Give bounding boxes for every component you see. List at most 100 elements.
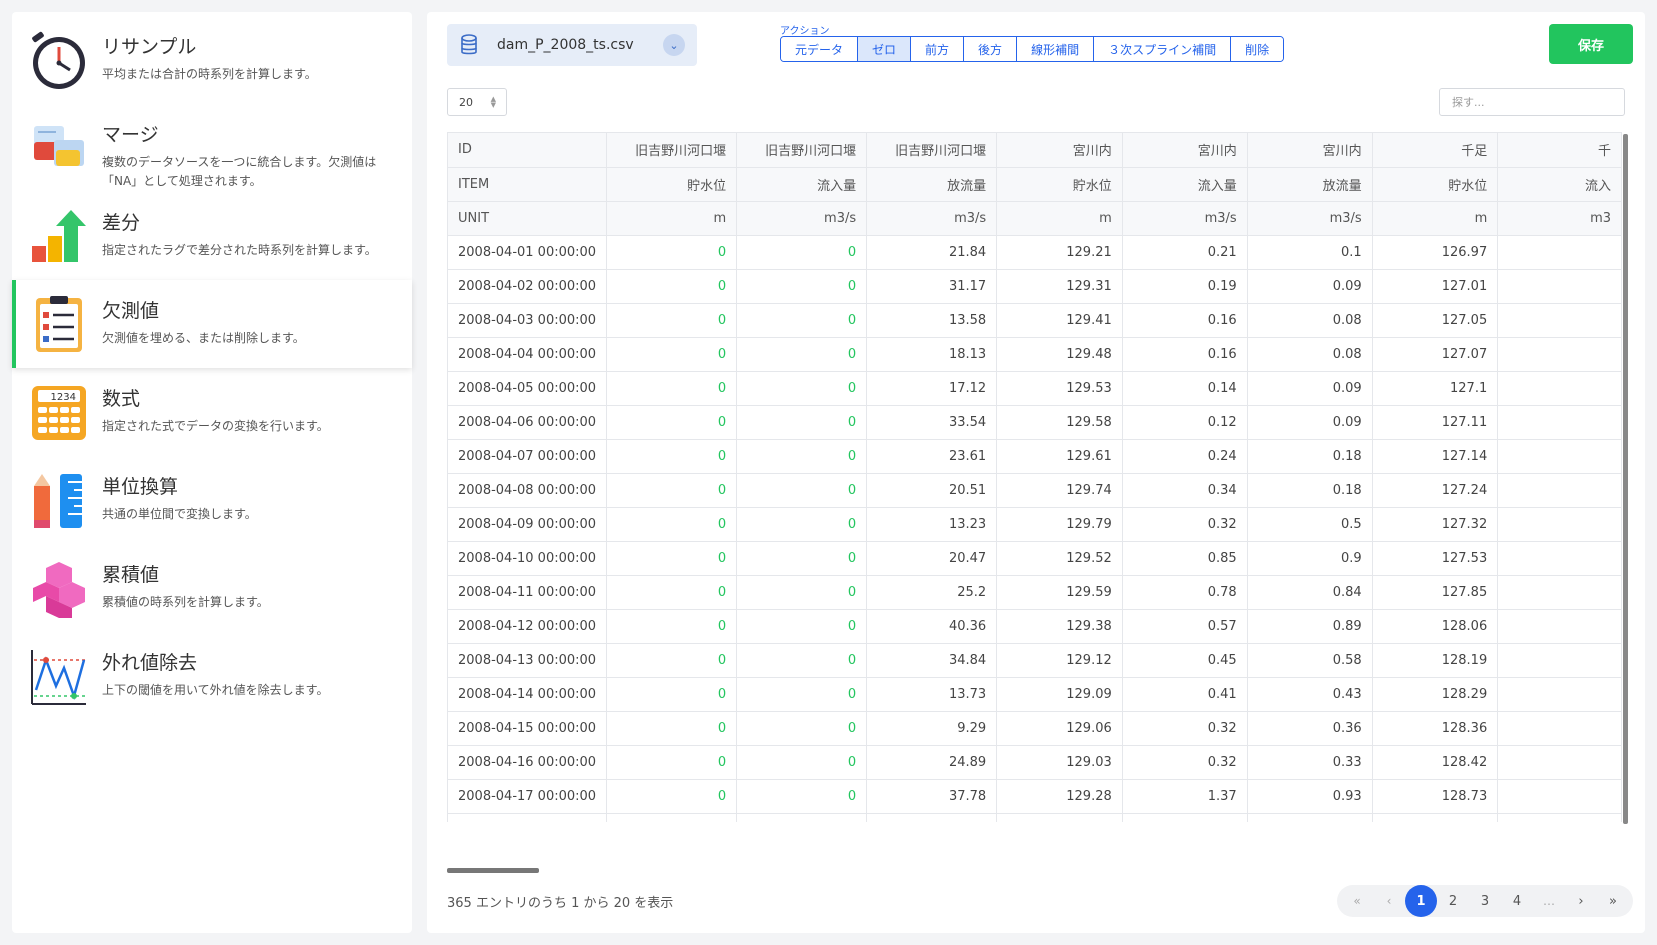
table-cell — [1497, 439, 1622, 474]
table-header-cell: 宮川内 — [1247, 133, 1373, 168]
table-row: 2008-04-10 00:00:00 0 0 20.47 129.52 0.85 0.9 1… — [448, 541, 1622, 576]
spinner-icon[interactable]: ▲ ▼ — [491, 96, 496, 109]
table-cell: 2008-04-05 00:00:00 — [448, 371, 608, 406]
page-1-button[interactable]: 1 — [1405, 885, 1437, 917]
data-table-container: ID 旧吉野川河口堰 旧吉野川河口堰 旧吉野川河口堰 宮川内 宮川内 宮川内 千足千 ITEM 貯… — [447, 132, 1622, 822]
table-cell: 0 — [736, 507, 868, 542]
table-cell — [1497, 235, 1622, 270]
table-cell: 0 — [606, 303, 738, 338]
table-cell: 129.38 — [996, 609, 1123, 644]
table-cell: 127.01 — [1372, 269, 1499, 304]
action-linear-button[interactable]: 線形補間 — [1017, 37, 1095, 61]
table-cell: 2008-04-14 00:00:00 — [448, 677, 608, 712]
sidebar-item-title: 累積値 — [102, 564, 160, 586]
table-header-cell: 千 — [1497, 133, 1622, 168]
action-backward-button[interactable]: 後方 — [964, 37, 1018, 61]
table-row: 2008-04-01 00:00:00 0 0 21.84 129.21 0.21 0.1 1… — [448, 235, 1622, 270]
next-page-button[interactable]: › — [1565, 887, 1597, 915]
first-page-button[interactable]: « — [1341, 887, 1373, 915]
action-zero-button[interactable]: ゼロ — [858, 37, 912, 61]
sidebar-item-title: 差分 — [102, 212, 141, 234]
table-cell — [1497, 541, 1622, 576]
table-cell: 40.36 — [866, 609, 998, 644]
table-cell: 0 — [736, 337, 868, 372]
page-3-button[interactable]: 3 — [1469, 887, 1501, 915]
action-forward-button[interactable]: 前方 — [911, 37, 965, 61]
table-header-cell: 千足 — [1372, 133, 1499, 168]
table-cell: 128.06 — [1372, 609, 1499, 644]
table-header-cell: 宮川内 — [996, 133, 1123, 168]
sidebar-item-title: リサンプル — [102, 36, 197, 58]
table-row: 2008-04-07 00:00:00 0 0 23.61 129.61 0.24 0.18… — [448, 439, 1622, 474]
action-delete-button[interactable]: 削除 — [1231, 37, 1284, 61]
table-cell: 0.57 — [1122, 609, 1248, 644]
table-cell: 0 — [736, 439, 868, 474]
search-input[interactable]: 探す... — [1439, 88, 1625, 116]
table-cell: 33.54 — [866, 405, 998, 440]
action-raw-button[interactable]: 元データ — [781, 37, 859, 61]
last-page-button[interactable]: » — [1597, 887, 1629, 915]
table-cell: 2008-04-02 00:00:00 — [448, 269, 608, 304]
table-header-cell: m3/s — [736, 201, 868, 236]
sidebar-item-diff[interactable]: 差分 指定されたラグで差分された時系列を計算します。 — [12, 192, 412, 280]
sidebar-item-formula[interactable]: 1234 数式 指定された式でデータの変換を行います。 — [12, 368, 412, 456]
sidebar-item-unit[interactable]: 単位換算 共通の単位間で変換します。 — [12, 456, 412, 544]
table-cell: 0 — [606, 269, 738, 304]
table-cell: 129.09 — [996, 677, 1123, 712]
table-cell: 0 — [606, 541, 738, 576]
table-row: 2008-04-18 00:00:000017.65129.521.561.45… — [448, 813, 1622, 822]
horizontal-scrollbar[interactable] — [447, 868, 539, 873]
table-header-cell: 放流量 — [1247, 167, 1373, 202]
sidebar-item-resample[interactable]: リサンプル 平均または合計の時系列を計算します。 — [12, 16, 412, 104]
main-panel: dam_P_2008_ts.csv ⌄ アクション 元データ ゼロ 前方 後方 … — [427, 12, 1645, 933]
table-header-cell: 貯水位 — [606, 167, 738, 202]
table-cell: 0.08 — [1247, 337, 1373, 372]
table-cell: 0.5 — [1247, 507, 1373, 542]
action-spline-button[interactable]: ３次スプライン補間 — [1094, 37, 1232, 61]
table-header-row: UNIT m m3/s m3/s m m3/s m3/s m m3 — [448, 201, 1622, 236]
vertical-scrollbar[interactable] — [1623, 134, 1628, 824]
table-row: 2008-04-17 00:00:00 0 0 37.78 129.28 1.37 0.93… — [448, 779, 1622, 814]
table-cell — [1497, 575, 1622, 610]
pencil-ruler-icon — [34, 474, 82, 528]
prev-page-button[interactable]: ‹ — [1373, 887, 1405, 915]
table-cell: 0 — [736, 609, 868, 644]
chevron-down-icon[interactable]: ⌄ — [663, 34, 685, 56]
table-cell: 0 — [606, 813, 738, 822]
table-cell: 2008-04-06 00:00:00 — [448, 405, 608, 440]
table-cell: 0 — [606, 779, 738, 814]
table-cell: 0.34 — [1122, 473, 1248, 508]
action-label: アクション — [780, 26, 830, 37]
page-2-button[interactable]: 2 — [1437, 887, 1469, 915]
table-cell: 129.31 — [996, 269, 1123, 304]
table-cell: 2008-04-01 00:00:00 — [448, 235, 608, 270]
save-button[interactable]: 保存 — [1549, 24, 1633, 64]
entries-info: 365 エントリのうち 1 から 20 を表示 — [447, 896, 674, 911]
table-row: 2008-04-06 00:00:00 0 0 33.54 129.58 0.12 0.09… — [448, 405, 1622, 440]
table-cell: 0.32 — [1122, 711, 1248, 746]
table-cell: 127.1 — [1372, 371, 1499, 406]
file-select[interactable]: dam_P_2008_ts.csv ⌄ — [447, 24, 697, 66]
table-cell — [1497, 507, 1622, 542]
table-cell: 0.32 — [1122, 507, 1248, 542]
table-cell: 0.14 — [1122, 371, 1248, 406]
table-row: 2008-04-16 00:00:00 0 0 24.89 129.03 0.32 0.33… — [448, 745, 1622, 780]
table-cell — [1497, 405, 1622, 440]
table-cell: 17.12 — [866, 371, 998, 406]
sidebar-item-missing[interactable]: 欠測値 欠測値を埋める、または削除します。 — [12, 280, 412, 368]
table-header-cell: m — [606, 201, 738, 236]
table-cell: 24.89 — [866, 745, 998, 780]
table-cell: 17.65 — [866, 813, 998, 822]
table-header-cell: m3/s — [866, 201, 998, 236]
outlier-chart-icon — [31, 650, 86, 705]
page-size-stepper[interactable]: 20 ▲ ▼ — [447, 88, 507, 116]
sidebar-item-merge[interactable]: マージ 複数のデータソースを一つに統合します。欠測値は「NA」として処理されます… — [12, 104, 412, 192]
table-cell: 0 — [606, 677, 738, 712]
data-table: ID 旧吉野川河口堰 旧吉野川河口堰 旧吉野川河口堰 宮川内 宮川内 宮川内 千足千 ITEM 貯… — [448, 133, 1622, 822]
sidebar-item-outlier[interactable]: 外れ値除去 上下の閾値を用いて外れ値を除去します。 — [12, 632, 412, 720]
table-cell: 0 — [736, 541, 868, 576]
table-cell: 0.93 — [1247, 779, 1373, 814]
page-4-button[interactable]: 4 — [1501, 887, 1533, 915]
sidebar-item-cumulative[interactable]: 累積値 累積値の時系列を計算します。 — [12, 544, 412, 632]
clipboard-icon — [36, 296, 82, 352]
